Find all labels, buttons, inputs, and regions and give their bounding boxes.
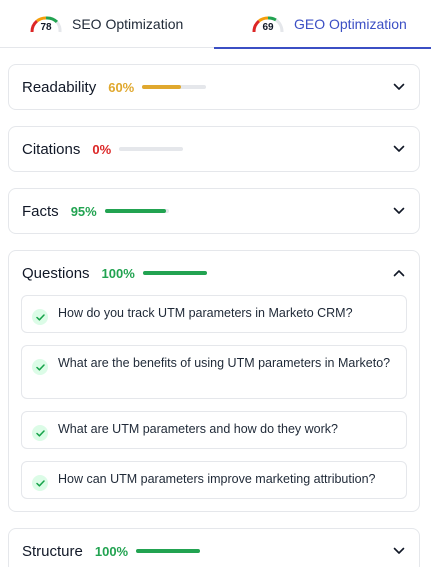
progress-fill xyxy=(136,549,201,553)
question-item: How can UTM parameters improve marketing… xyxy=(21,461,407,499)
seo-score-gauge: 78 xyxy=(28,13,64,35)
question-item: What are the benefits of using UTM param… xyxy=(21,345,407,399)
section-title: Facts xyxy=(22,202,59,220)
section-percent: 95% xyxy=(70,203,97,219)
question-text: What are the benefits of using UTM param… xyxy=(58,356,391,370)
section-percent: 60% xyxy=(108,79,135,95)
check-icon xyxy=(32,425,48,441)
progress-bar xyxy=(142,271,207,275)
check-icon xyxy=(32,359,48,375)
question-text: What are UTM parameters and how do they … xyxy=(58,422,338,436)
check-icon xyxy=(32,309,48,325)
question-item: What are UTM parameters and how do they … xyxy=(21,411,407,449)
chevron-down-icon[interactable] xyxy=(391,543,407,559)
progress-fill xyxy=(104,209,166,213)
section-readability: Readability 60% xyxy=(8,64,420,110)
section-header[interactable]: Structure 100% xyxy=(9,529,419,567)
section-title: Structure xyxy=(22,542,83,560)
section-questions: Questions 100% How do you track UTM para… xyxy=(8,250,420,512)
progress-bar xyxy=(136,549,201,553)
chevron-up-icon[interactable] xyxy=(391,265,407,281)
optimization-tabs: 78 SEO Optimization 69 GEO Optimization xyxy=(0,0,431,49)
chevron-down-icon[interactable] xyxy=(391,203,407,219)
progress-fill xyxy=(142,271,207,275)
section-title: Citations xyxy=(22,140,81,158)
section-percent: 100% xyxy=(101,265,135,281)
section-title: Questions xyxy=(22,264,90,282)
seo-score: 78 xyxy=(40,22,52,33)
progress-bar xyxy=(119,147,184,151)
section-header[interactable]: Citations 0% xyxy=(9,127,419,171)
check-icon xyxy=(32,475,48,491)
question-text: How do you track UTM parameters in Marke… xyxy=(58,306,353,320)
section-citations: Citations 0% xyxy=(8,126,420,172)
question-list: How do you track UTM parameters in Marke… xyxy=(9,295,419,511)
question-item: How do you track UTM parameters in Marke… xyxy=(21,295,407,333)
section-title: Readability xyxy=(22,78,97,96)
section-percent: 0% xyxy=(92,141,112,157)
tab-seo-optimization[interactable]: 78 SEO Optimization xyxy=(0,0,214,48)
geo-score: 69 xyxy=(262,22,274,33)
question-text: How can UTM parameters improve marketing… xyxy=(58,472,376,486)
chevron-down-icon[interactable] xyxy=(391,141,407,157)
progress-fill xyxy=(142,85,181,89)
section-header[interactable]: Readability 60% xyxy=(9,65,419,109)
section-header[interactable]: Facts 95% xyxy=(9,189,419,233)
tab-label: SEO Optimization xyxy=(72,16,184,32)
section-percent: 100% xyxy=(94,543,129,559)
tab-geo-optimization[interactable]: 69 GEO Optimization xyxy=(214,0,431,49)
geo-score-gauge: 69 xyxy=(250,13,286,35)
progress-bar xyxy=(142,85,207,89)
section-structure: Structure 100% xyxy=(8,528,420,567)
tab-label: GEO Optimization xyxy=(294,16,407,32)
section-header[interactable]: Questions 100% xyxy=(9,251,419,295)
chevron-down-icon[interactable] xyxy=(391,79,407,95)
section-facts: Facts 95% xyxy=(8,188,420,234)
progress-bar xyxy=(104,209,169,213)
